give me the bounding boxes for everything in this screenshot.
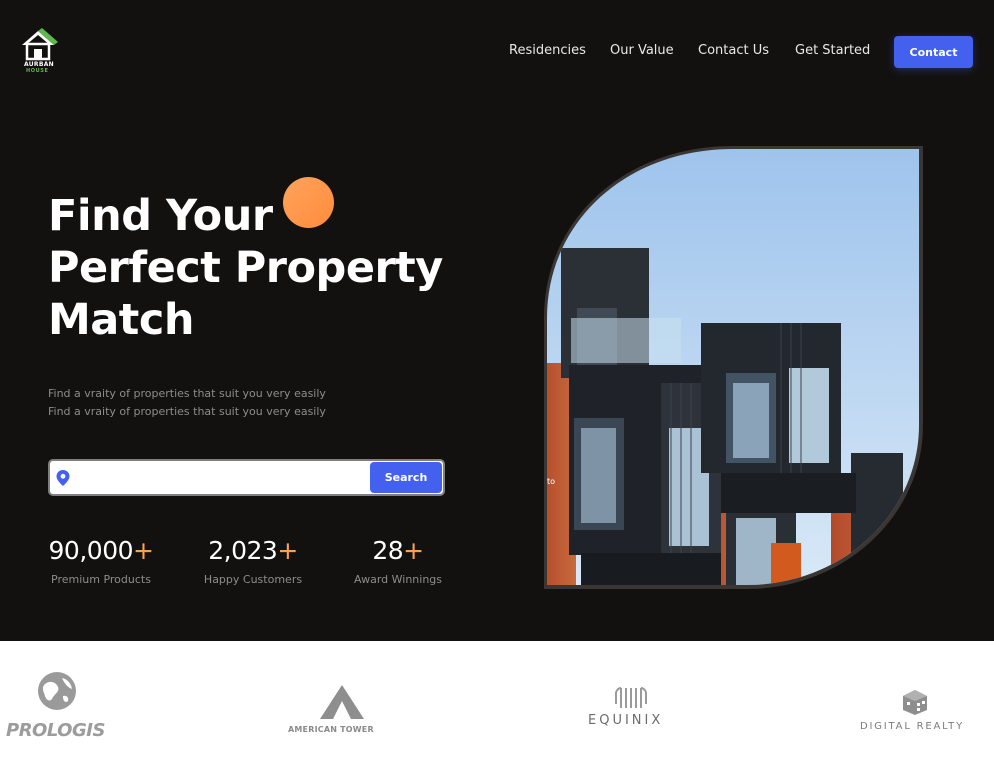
hero-section: AURBAN HOUSE Residencies Our Value Conta…: [0, 0, 994, 641]
stat-value: 2,023+: [208, 536, 298, 565]
stat-label: Award Winnings: [354, 573, 442, 586]
contact-button[interactable]: Contact: [894, 36, 973, 68]
hero-building-image: to: [544, 146, 923, 589]
nav-contact-us[interactable]: Contact Us: [698, 43, 769, 58]
tower-icon: [320, 685, 364, 719]
hero-title: Find Your Perfect Property Match: [48, 190, 468, 346]
partner-american-tower: AMERICAN TOWER: [270, 641, 420, 763]
partner-name: PROLOGIS: [6, 720, 105, 741]
hero-subtitle-line2: Find a vraity of properties that suit yo…: [48, 405, 326, 418]
cube-icon: [903, 690, 927, 715]
partner-digital-realty: DIGITAL REALTY: [850, 641, 990, 763]
stat-premium-products: 90,000+ Premium Products: [48, 536, 154, 586]
partners-strip: PROLOGIS AMERICAN TOWER EQUINIX DIGITAL …: [0, 641, 994, 763]
partner-name: DIGITAL REALTY: [860, 721, 964, 732]
hero-title-line2: Perfect Property: [48, 243, 443, 293]
partner-prologis: PROLOGIS: [0, 641, 140, 763]
globe-icon: [38, 672, 76, 710]
brand-name-line2: HOUSE: [26, 68, 49, 74]
nav-get-started[interactable]: Get Started: [795, 43, 870, 58]
stat-award-winnings: 28+ Award Winnings: [350, 536, 446, 586]
stat-label: Premium Products: [51, 573, 151, 586]
nav-residencies[interactable]: Residencies: [509, 43, 586, 58]
hero-title-line1: Find Your: [48, 191, 273, 241]
image-caption: to: [547, 477, 555, 486]
brand-name-line1: AURBAN: [24, 61, 54, 68]
hero-subtitle-line1: Find a vraity of properties that suit yo…: [48, 387, 326, 400]
location-pin-icon: [56, 470, 70, 486]
search-input[interactable]: [78, 465, 368, 491]
house-icon: [22, 28, 58, 61]
stat-value: 28+: [372, 536, 424, 565]
stat-value: 90,000+: [48, 536, 154, 565]
partner-equinix: EQUINIX: [570, 641, 690, 763]
hero-title-line3: Match: [48, 295, 194, 345]
partner-name: AMERICAN TOWER: [288, 725, 374, 734]
stat-label: Happy Customers: [203, 573, 303, 586]
partner-name: EQUINIX: [588, 713, 664, 728]
equinix-icon: [615, 687, 647, 708]
stat-happy-customers: 2,023+ Happy Customers: [199, 536, 307, 586]
search-bar: Search: [48, 459, 445, 496]
search-button[interactable]: Search: [370, 462, 442, 493]
nav-our-value[interactable]: Our Value: [610, 43, 674, 58]
